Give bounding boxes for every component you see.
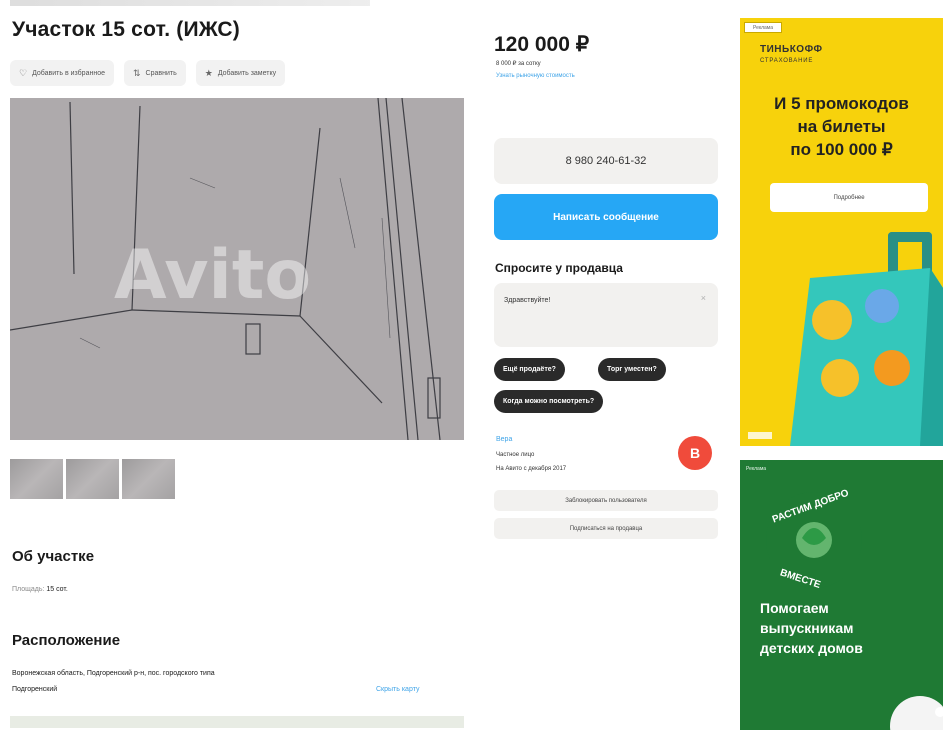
ad-headline-line: на билеты	[797, 117, 886, 136]
ad-label: Реклама	[746, 466, 767, 472]
heart-icon: ♡	[19, 67, 28, 78]
compare-button[interactable]: ⇅ Сравнить	[123, 60, 186, 86]
ad-label: Реклама	[744, 22, 782, 33]
seller-type: Частное лицо	[496, 452, 535, 458]
hide-map-link[interactable]: Скрыть карту	[376, 686, 419, 693]
ad-headline-line: по 100 000 ₽	[790, 140, 893, 159]
add-note-button[interactable]: ★ Добавить заметку	[195, 60, 286, 86]
ad-banner-charity[interactable]: Реклама РАСТИМ ДОБРО ВМЕСТЕ Помогаем вып…	[740, 460, 943, 730]
breadcrumb	[10, 0, 370, 6]
thumbnail[interactable]	[10, 459, 63, 499]
address-line-2: Подгоренский	[12, 686, 58, 693]
thumbnail[interactable]	[66, 459, 119, 499]
avatar[interactable]: В	[678, 436, 712, 470]
clear-icon[interactable]: ×	[701, 293, 706, 303]
seller-name-link[interactable]: Вера	[496, 436, 512, 443]
ad-brand-sub: СТРАХОВАНИЕ	[760, 58, 814, 64]
add-note-label: Добавить заметку	[217, 69, 277, 77]
page-title: Участок 15 сот. (ИЖС)	[12, 18, 240, 41]
seller-since: На Авито с декабря 2017	[496, 466, 567, 472]
price: 120 000 ₽	[494, 33, 590, 56]
ask-seller-heading: Спросите у продавца	[495, 261, 623, 275]
location-heading: Расположение	[12, 632, 121, 649]
address-line-1: Воронежская область, Подгоренский р-н, п…	[12, 670, 215, 677]
quick-question-chip[interactable]: Ещё продаёте?	[494, 358, 565, 381]
area-row: Площадь: 15 сот.	[12, 586, 68, 593]
write-message-button[interactable]: Написать сообщение	[494, 194, 718, 240]
listing-actions: ♡ Добавить в избранное ⇅ Сравнить ★ Доба…	[10, 60, 286, 86]
ad2-headline-line: Помогаем	[760, 600, 829, 616]
compare-label: Сравнить	[145, 69, 177, 77]
map[interactable]	[10, 716, 464, 728]
thumbnail-strip	[10, 459, 175, 499]
ad2-headline: Помогаем выпускникам детских домов	[760, 598, 940, 658]
show-phone-button[interactable]: 8 980 240-61-32	[494, 138, 718, 184]
charity-logo: РАСТИМ ДОБРО ВМЕСТЕ	[766, 488, 862, 591]
star-icon: ★	[204, 67, 213, 78]
suitcase-illustration	[790, 232, 943, 446]
ad-footer-mark	[748, 432, 772, 439]
ad-headline: И 5 промокодов на билеты по 100 000 ₽	[740, 92, 943, 161]
ask-seller-input[interactable]: Здравствуйте! ×	[494, 283, 718, 347]
land-plan-drawing: Avito	[10, 98, 464, 440]
thumbnail[interactable]	[122, 459, 175, 499]
add-to-favorites-button[interactable]: ♡ Добавить в избранное	[10, 60, 114, 86]
ad-brand: ТИНЬКОФФ	[760, 44, 823, 55]
ask-seller-text: Здравствуйте!	[504, 297, 551, 304]
quick-question-chip[interactable]: Торг уместен?	[598, 358, 666, 381]
ad2-headline-line: выпускникам	[760, 620, 854, 636]
balloon-illustration	[890, 696, 943, 730]
add-to-favorites-label: Добавить в избранное	[32, 69, 105, 77]
subscribe-seller-button[interactable]: Подписаться на продавца	[494, 518, 718, 539]
ad-banner-insurance[interactable]: Реклама ТИНЬКОФФ СТРАХОВАНИЕ И 5 промоко…	[740, 18, 943, 446]
main-photo[interactable]: Avito	[10, 98, 464, 440]
quick-question-chip[interactable]: Когда можно посмотреть?	[494, 390, 604, 413]
ad2-headline-line: детских домов	[760, 640, 863, 656]
avito-watermark: Avito	[114, 236, 311, 315]
market-value-link[interactable]: Узнать рыночную стоимость	[496, 73, 575, 79]
compare-icon: ⇅	[132, 67, 141, 78]
block-user-button[interactable]: Заблокировать пользователя	[494, 490, 718, 511]
ad-cta-button[interactable]: Подробнее	[770, 183, 928, 212]
area-label: Площадь:	[12, 586, 45, 593]
about-heading: Об участке	[12, 548, 95, 565]
ad-headline-line: И 5 промокодов	[774, 94, 909, 113]
area-value: 15 сот.	[46, 586, 68, 593]
price-per-unit: 8 000 ₽ за сотку	[496, 61, 541, 67]
